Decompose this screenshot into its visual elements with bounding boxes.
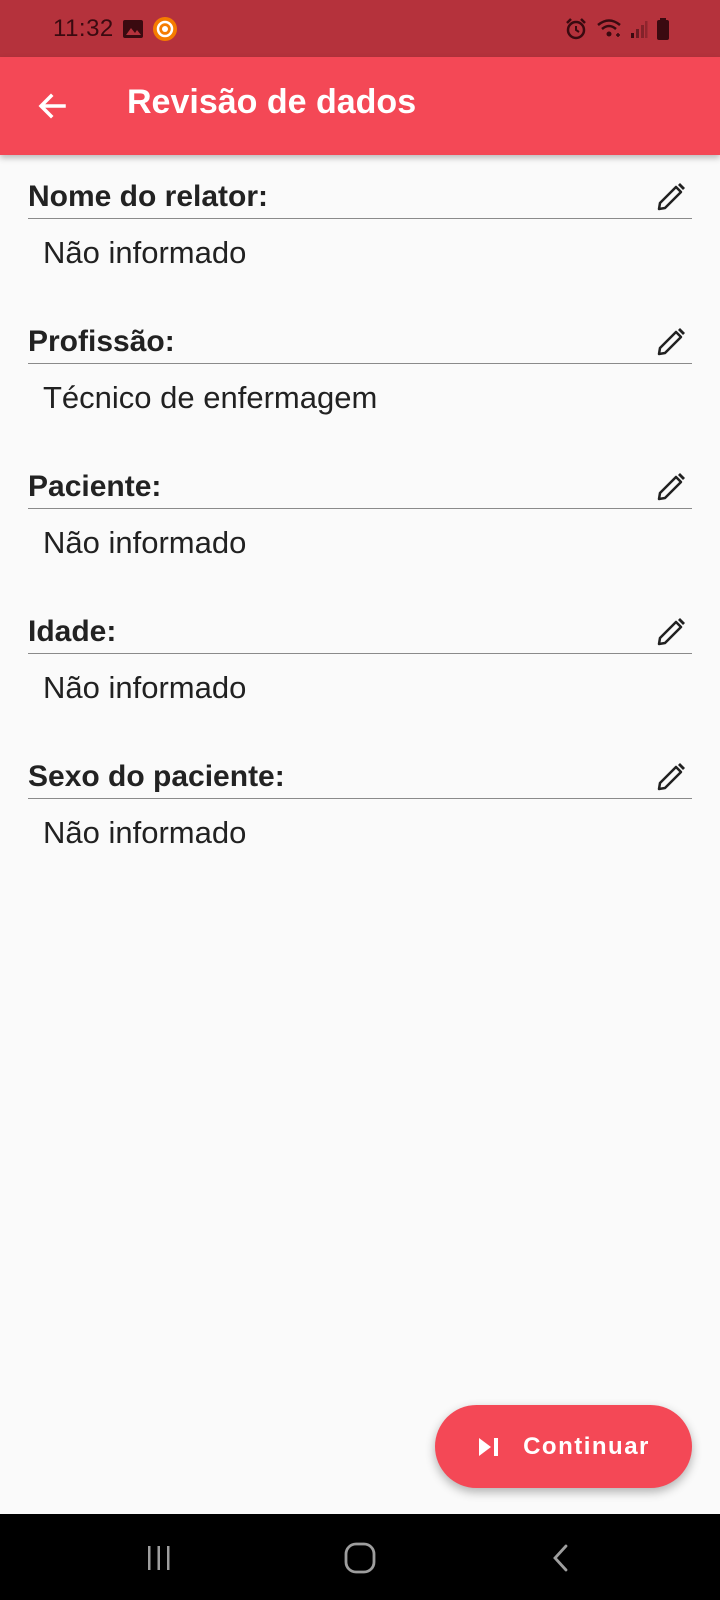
field-label: Nome do relator: (28, 180, 269, 213)
arrow-left-icon (36, 90, 68, 122)
field-section-age: Idade: Não informado (28, 611, 692, 706)
field-label: Profissão: (28, 325, 175, 358)
pencil-icon (655, 471, 687, 503)
field-label: Paciente: (28, 470, 162, 503)
field-header: Profissão: (28, 321, 692, 364)
pencil-icon (655, 616, 687, 648)
edit-profession-button[interactable] (652, 323, 690, 361)
continue-button-label: Continuar (523, 1432, 650, 1460)
back-button[interactable] (30, 84, 74, 128)
field-value: Não informado (43, 670, 247, 705)
pencil-icon (655, 326, 687, 358)
status-bar: 11:32 (0, 0, 720, 57)
continue-button[interactable]: Continuar (435, 1405, 692, 1488)
pencil-icon (655, 761, 687, 793)
field-header: Idade: (28, 611, 692, 654)
wifi-icon (596, 18, 622, 40)
field-value: Não informado (43, 525, 247, 560)
recent-apps-icon (144, 1543, 174, 1573)
alarm-icon (564, 17, 588, 41)
edit-patient-sex-button[interactable] (652, 758, 690, 796)
field-value: Técnico de enfermagem (43, 380, 378, 415)
home-icon (343, 1541, 377, 1575)
skip-next-icon (477, 1436, 501, 1458)
field-label: Sexo do paciente: (28, 760, 285, 793)
image-icon (122, 18, 144, 40)
field-header: Nome do relator: (28, 176, 692, 219)
field-header: Sexo do paciente: (28, 756, 692, 799)
edit-age-button[interactable] (652, 613, 690, 651)
status-time: 11:32 (53, 14, 114, 42)
field-value: Não informado (43, 815, 247, 850)
field-label: Idade: (28, 615, 117, 648)
field-section-patient: Paciente: Não informado (28, 466, 692, 561)
nav-back-button[interactable] (540, 1536, 584, 1580)
pencil-icon (655, 181, 687, 213)
field-section-reporter-name: Nome do relator: Não informado (28, 176, 692, 271)
app-bar: Revisão de dados (0, 57, 720, 155)
field-section-patient-sex: Sexo do paciente: Não informado (28, 756, 692, 851)
edit-patient-button[interactable] (652, 468, 690, 506)
field-value: Não informado (43, 235, 247, 270)
recent-apps-button[interactable] (137, 1536, 181, 1580)
signal-icon (630, 19, 648, 39)
edit-reporter-name-button[interactable] (652, 178, 690, 216)
battery-icon (656, 17, 670, 41)
page-title: Revisão de dados (127, 83, 417, 121)
field-section-profession: Profissão: Técnico de enfermagem (28, 321, 692, 416)
home-button[interactable] (338, 1536, 382, 1580)
field-header: Paciente: (28, 466, 692, 509)
back-icon (547, 1543, 577, 1573)
system-nav-bar (0, 1514, 720, 1600)
recorder-icon (152, 16, 178, 42)
